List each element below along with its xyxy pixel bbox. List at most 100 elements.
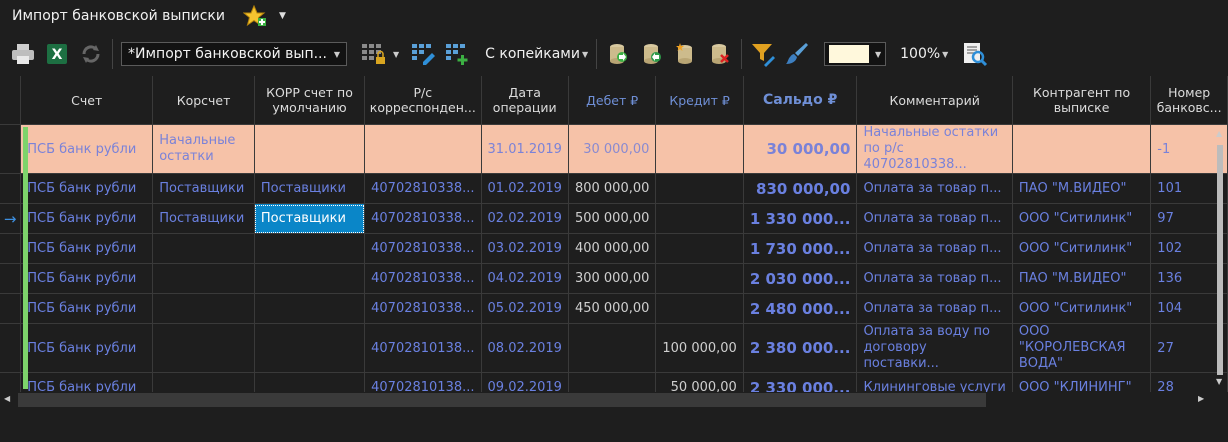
cell-credit[interactable]: [655, 173, 744, 204]
cell-corr[interactable]: Начальные остатки: [152, 124, 255, 174]
cell-counterparty[interactable]: ООО "КЛИНИНГ": [1012, 372, 1152, 392]
cell-date[interactable]: 04.02.2019: [481, 263, 569, 294]
scroll-right-icon[interactable]: ▶: [1198, 394, 1204, 403]
cell-rs[interactable]: 40702810338...: [364, 203, 482, 234]
cell-default-corr[interactable]: [254, 293, 366, 324]
cell-debit[interactable]: 400 000,00: [568, 233, 657, 264]
cell-account[interactable]: ПСБ банк рубли: [20, 124, 154, 174]
horizontal-scroll-thumb[interactable]: [18, 393, 986, 407]
cell-counterparty[interactable]: [1012, 124, 1152, 174]
table-row[interactable]: ПСБ банк рубли 40702810338... 04.02.2019…: [0, 263, 1228, 294]
cell-balance[interactable]: 1 330 000...: [743, 203, 858, 234]
db-delete-icon[interactable]: [703, 38, 737, 70]
cell-credit[interactable]: 50 000,00: [655, 372, 744, 392]
col-header-comment[interactable]: Комментарий: [856, 76, 1013, 125]
document-select[interactable]: *Импорт банковской вып... ▼: [121, 42, 347, 66]
cell-default-corr-selected[interactable]: Поставщики: [254, 203, 366, 234]
cell-rs[interactable]: 40702810338...: [364, 293, 482, 324]
cell-rs[interactable]: 40702810138...: [364, 372, 482, 392]
col-header-corr-rs[interactable]: Р/с корреспонден...: [364, 76, 482, 125]
scroll-up-icon[interactable]: ▲: [1216, 129, 1222, 138]
cell-date[interactable]: 03.02.2019: [481, 233, 569, 264]
cell-account[interactable]: ПСБ банк рубли: [20, 203, 154, 234]
cell-comment[interactable]: Оплата за товар п...: [856, 203, 1013, 234]
col-header-account[interactable]: Счет: [20, 76, 154, 125]
cell-default-corr[interactable]: [254, 233, 366, 264]
db-import-icon[interactable]: [601, 38, 635, 70]
cell-credit[interactable]: [655, 293, 744, 324]
cell-date[interactable]: 02.02.2019: [481, 203, 569, 234]
title-menu-chevron-down-icon[interactable]: ▼: [279, 11, 286, 21]
col-header-counterparty[interactable]: Контрагент по выписке: [1012, 76, 1152, 125]
cell-default-corr[interactable]: Поставщики: [254, 173, 366, 204]
cell-default-corr[interactable]: [254, 323, 366, 373]
cell-balance[interactable]: 2 030 000...: [743, 263, 858, 294]
cell-corr[interactable]: [152, 372, 255, 392]
cell-comment[interactable]: Начальные остатки по р/с 40702810338...: [856, 124, 1013, 174]
cell-counterparty[interactable]: ПАО "М.ВИДЕО": [1012, 173, 1152, 204]
cell-corr[interactable]: Поставщики: [152, 173, 255, 204]
cell-credit[interactable]: [655, 233, 744, 264]
cell-corr[interactable]: [152, 263, 255, 294]
cell-rs[interactable]: [364, 124, 482, 174]
cell-rs[interactable]: 40702810338...: [364, 233, 482, 264]
cell-counterparty[interactable]: ПАО "М.ВИДЕО": [1012, 263, 1152, 294]
cell-debit[interactable]: [568, 372, 657, 392]
cell-comment[interactable]: Оплата за воду по договору поставки...: [856, 323, 1013, 373]
cell-account[interactable]: ПСБ банк рубли: [20, 293, 154, 324]
db-new-icon[interactable]: [669, 38, 703, 70]
db-export-icon[interactable]: [635, 38, 669, 70]
color-picker[interactable]: ▼: [824, 42, 887, 66]
cell-default-corr[interactable]: [254, 124, 366, 174]
col-header-bank-number[interactable]: Номер банковс...: [1150, 76, 1228, 125]
cell-balance[interactable]: 2 330 000...: [743, 372, 858, 392]
col-header-date[interactable]: Дата операции: [481, 76, 569, 125]
cell-date[interactable]: 08.02.2019: [481, 323, 569, 373]
cell-comment[interactable]: Оплата за товар п...: [856, 293, 1013, 324]
cell-date[interactable]: 01.02.2019: [481, 173, 569, 204]
col-header-credit[interactable]: Кредит ₽: [655, 76, 744, 125]
cell-debit[interactable]: 450 000,00: [568, 293, 657, 324]
cell-corr[interactable]: [152, 233, 255, 264]
grid-edit-icon[interactable]: [407, 38, 441, 70]
cell-rs[interactable]: 40702810138...: [364, 323, 482, 373]
scroll-down-icon[interactable]: ▼: [1216, 377, 1222, 386]
grid-add-icon[interactable]: [441, 38, 475, 70]
cell-account[interactable]: ПСБ банк рубли: [20, 173, 154, 204]
grid-lock-chevron-down-icon[interactable]: ▼: [393, 50, 399, 59]
cell-debit[interactable]: [568, 323, 657, 373]
horizontal-scrollbar[interactable]: ◀ ▶: [0, 392, 1228, 408]
cell-account[interactable]: ПСБ банк рубли: [20, 233, 154, 264]
cell-rs[interactable]: 40702810338...: [364, 263, 482, 294]
col-header-balance[interactable]: Сальдо ₽: [743, 76, 858, 125]
cell-comment[interactable]: Оплата за товар п...: [856, 263, 1013, 294]
brush-icon[interactable]: [780, 38, 814, 70]
cell-rs[interactable]: 40702810338...: [364, 173, 482, 204]
cell-balance[interactable]: 2 380 000...: [743, 323, 858, 373]
table-row[interactable]: ПСБ банк рубли 40702810338... 05.02.2019…: [0, 293, 1228, 324]
cell-date[interactable]: 31.01.2019: [481, 124, 569, 174]
cell-date[interactable]: 09.02.2019: [481, 372, 569, 392]
table-row[interactable]: ПСБ банк рубли 40702810138... 09.02.2019…: [0, 372, 1228, 392]
cell-debit[interactable]: 500 000,00: [568, 203, 657, 234]
cell-credit[interactable]: [655, 263, 744, 294]
zoom-button[interactable]: 100% ▼: [900, 46, 948, 62]
cell-default-corr[interactable]: [254, 372, 366, 392]
cell-credit[interactable]: [655, 203, 744, 234]
vertical-scrollbar[interactable]: ▲ ▼: [1212, 127, 1228, 392]
cell-credit[interactable]: 100 000,00: [655, 323, 744, 373]
favorite-star-icon[interactable]: [242, 4, 267, 27]
cell-debit[interactable]: 30 000,00: [568, 124, 657, 174]
cell-balance[interactable]: 830 000,00: [743, 173, 858, 204]
col-header-debit[interactable]: Дебет ₽: [568, 76, 657, 125]
cell-counterparty[interactable]: ООО "Ситилинк": [1012, 203, 1152, 234]
cell-balance[interactable]: 1 730 000...: [743, 233, 858, 264]
cell-counterparty[interactable]: ООО "Ситилинк": [1012, 293, 1152, 324]
refresh-icon[interactable]: [74, 38, 108, 70]
excel-icon[interactable]: X: [40, 38, 74, 70]
cell-comment[interactable]: Оплата за товар п...: [856, 173, 1013, 204]
table-row[interactable]: ПСБ банк рубли Начальные остатки 31.01.2…: [0, 124, 1228, 174]
kopeks-toggle-button[interactable]: С копейками ▼: [485, 46, 588, 62]
cell-debit[interactable]: 300 000,00: [568, 263, 657, 294]
col-header-default-corr[interactable]: КОРР счет по умолчанию: [254, 76, 366, 125]
